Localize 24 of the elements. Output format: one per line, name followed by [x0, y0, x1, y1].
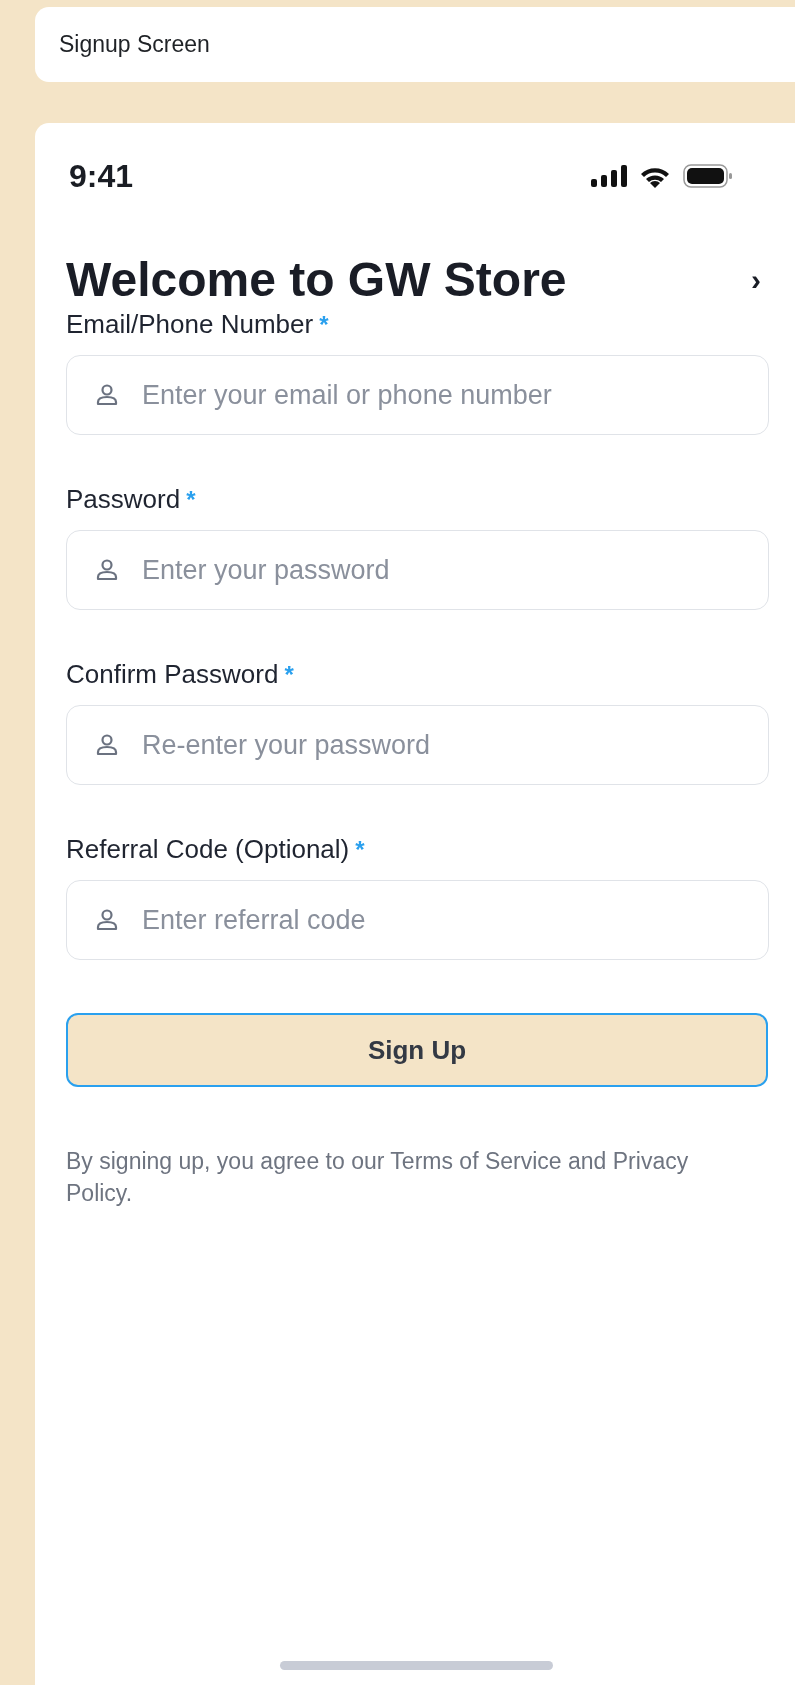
input-field[interactable]: Re-enter your password	[66, 705, 769, 785]
terms-text: By signing up, you agree to our Terms of Service and Privacy Policy.	[66, 1147, 690, 1208]
status-time: 9:41	[69, 157, 134, 195]
chevron-button[interactable]: ›	[747, 264, 765, 295]
input-field[interactable]: Enter referral code	[66, 880, 769, 960]
sign-up-button[interactable]: Sign Up	[66, 1013, 768, 1087]
field-label: Confirm Password	[66, 659, 279, 690]
required-mark: *	[186, 485, 196, 515]
user-icon	[94, 732, 120, 758]
user-icon	[94, 382, 120, 408]
input-field[interactable]: Enter your email or phone number	[66, 355, 769, 435]
field-label: Referral Code (Optional)	[66, 834, 350, 865]
page-title: Signup Screen	[59, 31, 210, 58]
required-mark: *	[319, 310, 329, 340]
field-label: Email/Phone Number	[66, 309, 314, 340]
user-icon	[94, 907, 120, 933]
required-mark: *	[355, 835, 365, 865]
field-label: Password	[66, 484, 181, 515]
screen-title: Welcome to GW Store	[66, 252, 567, 307]
battery-icon	[683, 164, 733, 188]
required-mark: *	[284, 660, 294, 690]
user-icon	[94, 557, 120, 583]
signal-icon	[591, 165, 627, 187]
input-field[interactable]: Enter your password	[66, 530, 769, 610]
